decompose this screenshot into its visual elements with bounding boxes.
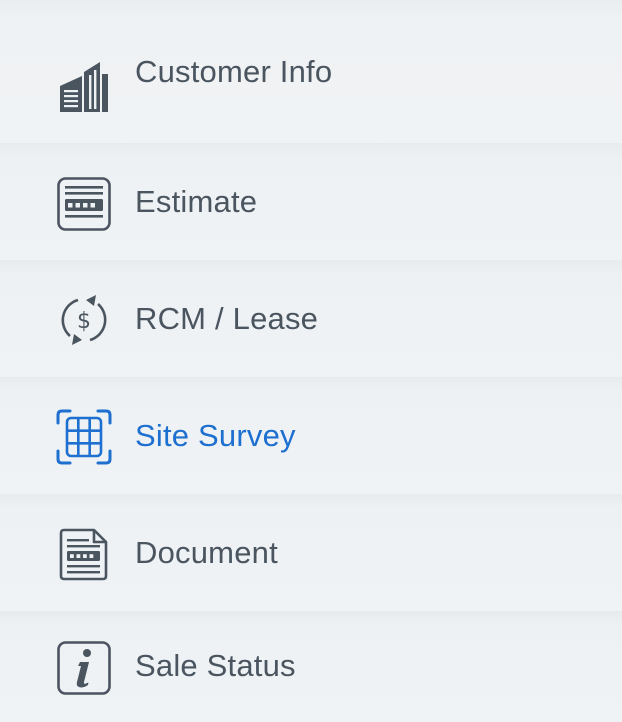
nav-item-rcm-lease[interactable]: $ RCM / Lease [0,260,622,377]
svg-text:$: $ [77,309,91,334]
nav-item-label: Customer Info [135,53,333,89]
dollar-cycle-icon: $ [56,292,112,348]
info-icon [56,640,112,696]
nav-item-label: Sale Status [135,648,296,683]
side-navigation: Customer Info Estimate $ RCM / Lease Sit… [0,0,622,722]
document-icon [56,526,112,582]
nav-item-customer-info[interactable]: Customer Info [0,0,622,143]
building-icon [56,60,112,116]
nav-item-estimate[interactable]: Estimate [0,143,622,260]
nav-item-label: Document [135,534,278,570]
nav-item-label: Estimate [135,183,258,219]
nav-item-label: Site Survey [135,417,296,453]
nav-item-document[interactable]: Document [0,494,622,611]
nav-item-sale-status[interactable]: Sale Status [0,611,622,721]
nav-item-label: RCM / Lease [135,300,319,336]
calculator-icon [56,176,112,232]
nav-item-site-survey[interactable]: Site Survey [0,377,622,494]
grid-scan-icon [56,409,112,465]
